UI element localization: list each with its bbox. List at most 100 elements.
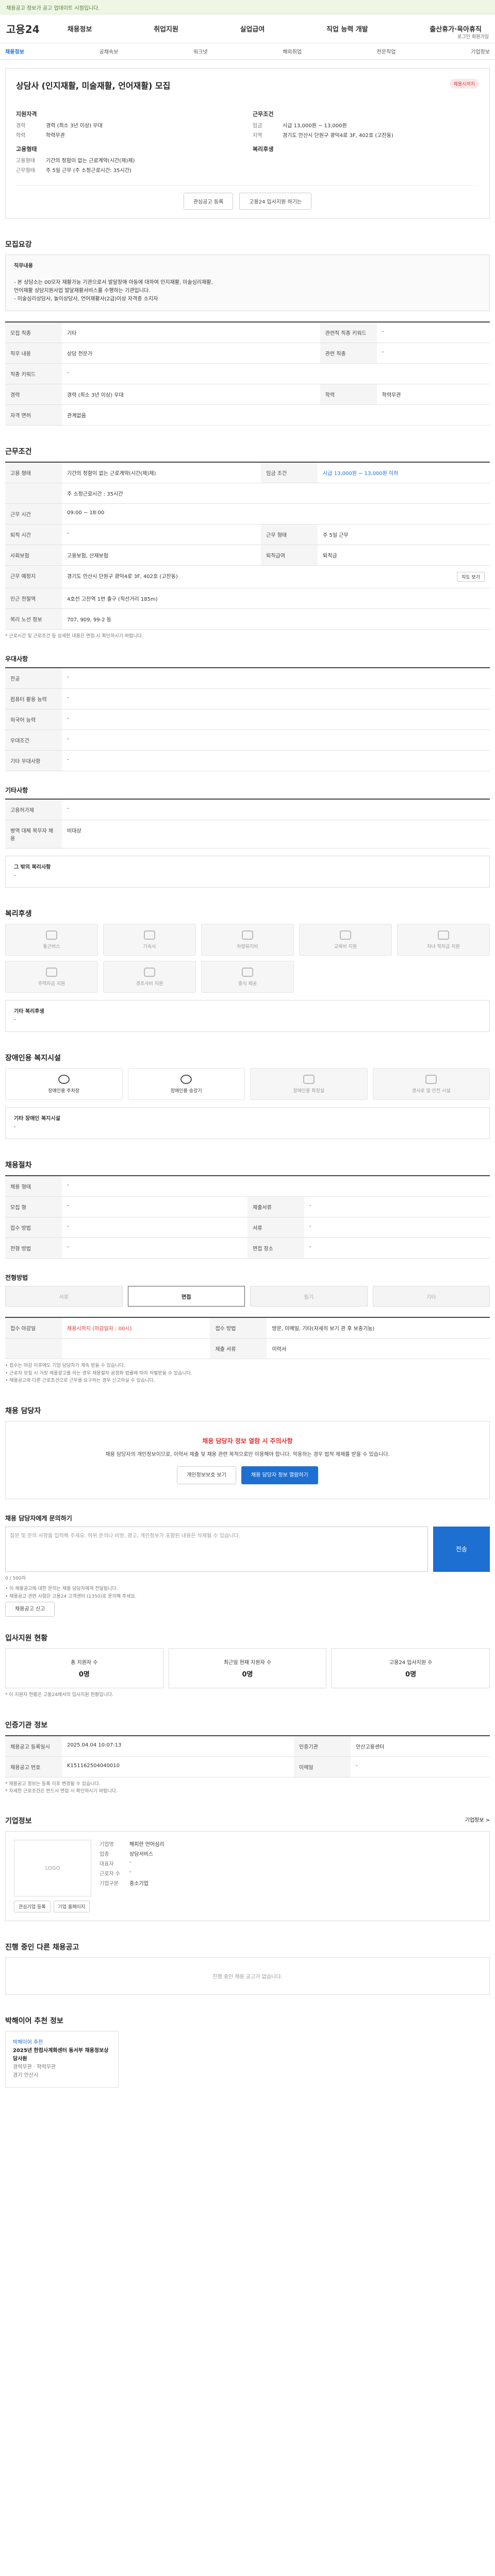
steps-title: 전형방법 [5,1274,28,1282]
duty-line: - 미술심리상담사, 놀이상담사, 언어재활사(2급)이상 자격증 소지자 [14,296,158,302]
table-row: 전공 - [5,668,490,689]
disability-other-label: 기타 장애인 복지시설 [14,1116,60,1122]
cell-key: 접수 방법 [210,1317,267,1339]
subtab-worknet[interactable]: 워크넷 [193,47,208,55]
etc-other-label: 그 밖의 복리사항 [14,865,51,871]
stat-value: 0명 [405,1671,417,1679]
table-row: 우대조건 - [5,730,490,751]
kv-value: 기간의 정함이 없는 근로계약(시간(제)제) [46,158,135,164]
cell-key: 채용공고 등록일시 [5,1735,62,1757]
cell-value: - [62,1196,248,1218]
cell-value: - [62,1217,248,1239]
kv-key: 임금 [253,123,262,129]
welfare-other-label: 기타 복리후생 [14,1009,44,1015]
cell-key: 관련 직종 [320,343,377,364]
subtab-company[interactable]: 기업정보 [471,47,490,55]
cell-key: 관련직 직종 키워드 [320,322,377,343]
nav-leave[interactable]: 출산휴가·육아휴직 [422,24,489,33]
company-logo: LOGO [14,1840,91,1897]
cell-key: 임금 조건 [261,462,318,483]
nav-unemployment[interactable]: 실업급여 [233,24,272,33]
cap-icon [438,930,449,940]
job-summary: 상담사 (인지재활, 미술재활, 언어재활) 모집 채용시까지 지원자격 경력 경… [5,68,490,218]
subtab-news[interactable]: 공채속보 [99,47,118,55]
table-row: 접수 방법 - 서류 - [5,1217,490,1239]
logo[interactable]: 고용24 [6,21,40,36]
apply-button[interactable]: 고용24 입사지원 하기는 [239,193,312,210]
kv-value: 학력무관 [46,133,65,139]
subtab-professional[interactable]: 전문직업 [377,47,396,55]
bookmark-button[interactable]: 관심공고 등록 [183,193,234,210]
cell-value: 안산고용센터 [351,1735,490,1757]
cell-value: - [62,1176,490,1197]
table-row: 컴퓨터 활용 능력 - [5,688,490,710]
cell-key: 모집 직종 [5,322,62,343]
kv-value: 경력 (최소 3년 이상) 우대 [46,123,103,129]
recommend-card[interactable]: 박해이어 추천 2025년 한컴사계화센터 동서부 채용정보상담사원 경력무관 … [5,2031,119,2088]
car-icon [242,930,253,940]
table-row: 인근 전철역 4호선 고잔역 1번 출구 (직선거리 185m) [5,588,490,609]
applicant-stats: 총 지원자 수 0명 최근일 현재 지원자 수 0명 고용24 입사지원 수 0명 [5,1648,490,1689]
cell-key: 복리 노선 정보 [5,608,62,630]
table-row: 채용공고 번호 K151162504040010 이메일 - [5,1756,490,1777]
inquiry-count: 0 / 500자 [5,1575,26,1581]
cell-value: - [304,1238,490,1259]
employment-heading: 고용형태 [16,146,37,152]
cell-value: - [62,1238,248,1259]
nav-support[interactable]: 취업지원 [146,24,186,33]
report-button[interactable]: 채용공고 신고 [5,1602,55,1617]
map-button[interactable]: 지도 보기 [457,572,485,582]
tile-label: 기숙사 [143,944,156,950]
inquiry-textarea[interactable]: 질문 및 문의 사항을 입력해 주세요. 허위 문의나 비방, 광고, 개인정보… [5,1526,428,1572]
stat-card: 고용24 입사지원 수 0명 [332,1648,490,1689]
disability-tile: 경사로 및 안전 시설 [372,1068,490,1100]
subtab-overseas[interactable]: 해외취업 [283,47,302,55]
cell-key: 제출 서류 [210,1338,267,1360]
nav-training[interactable]: 직업 능력 개발 [319,24,375,33]
alert-text: 채용공고 정보가 공고 업데이트 시점입니다. [6,6,100,11]
view-contact-button[interactable]: 채용 담당자 정보 열람하기 [241,1466,318,1484]
cell-key: 채용공고 번호 [5,1756,62,1777]
process-title: 채용절차 [5,1161,32,1170]
selection-steps: 서류 면접 필기 기타 [5,1286,490,1307]
cell-key: 서류 [248,1217,304,1239]
nav-jobs[interactable]: 채용정보 [60,24,100,33]
favorite-company-button[interactable]: 관심기업 등록 [14,1901,51,1913]
company-more-link[interactable]: 기업정보 > [465,1816,490,1826]
recruit-title: 모집요강 [5,241,32,249]
contact-warning-body: 채용 담당자의 개인정보이므로, 이력서 제출 및 채용 관련 목적으로만 이용… [105,1451,390,1458]
disability-tile: 장애인용 화장실 [250,1068,368,1100]
table-row: 퇴직 시간 - 근무 형태 주 5일 근무 [5,524,490,545]
disability-tile: 장애인용 승강기 [127,1068,245,1100]
company-homepage-button[interactable]: 기업 홈페이지 [53,1901,90,1913]
other-jobs-title: 진행 중인 다른 채용공고 [5,1943,79,1952]
preferred-title: 우대사항 [5,655,28,663]
tile-label: 장애인용 주차장 [48,1088,80,1094]
cell-key [5,1338,62,1360]
info-notes: * 채용공고 정보는 등록 이후 변경될 수 있습니다. * 자세한 근로조건은… [5,1781,490,1795]
cell-value [62,1338,210,1360]
inquiry-send-button[interactable]: 전송 [433,1526,490,1572]
stat-card: 최근일 현재 지원자 수 0명 [168,1648,327,1689]
privacy-button[interactable]: 개인정보보호 보기 [177,1466,237,1484]
preferred-table: 전공 - 컴퓨터 활용 능력 - 외국어 능력 - 우대조건 - 기타 우대사항 - [5,667,490,772]
table-row: 직종 키워드 - [5,363,490,384]
cell-key: 외국어 능력 [5,709,62,731]
cell-key: 전형 방법 [5,1238,62,1259]
cell-key: 우대조건 [5,730,62,751]
cell-key: 이메일 [294,1756,351,1777]
kv-value: 상담서비스 [129,1852,153,1858]
cell-value: - [62,730,490,751]
inquiry-title: 채용 담당자에게 문의하기 [5,1514,72,1522]
kv-value: 해피한 언어심리 [129,1842,164,1848]
cell-value: - [376,343,490,364]
cell-key: 고용허가제 [5,799,62,821]
subtab-jobs[interactable]: 채용정보 [5,47,24,55]
bus-icon [46,930,57,940]
welfare-heading: 복리후생 [253,146,274,152]
kv-key: 대표자 [100,1861,114,1868]
util-links[interactable]: 로그인 회원가입 [457,33,489,40]
disability-other-box: 기타 장애인 복지시설 - [5,1107,490,1140]
recommend-tag: 박해이어 추천 [13,2040,43,2046]
tile-label: 자녀 학자금 지원 [427,944,460,950]
